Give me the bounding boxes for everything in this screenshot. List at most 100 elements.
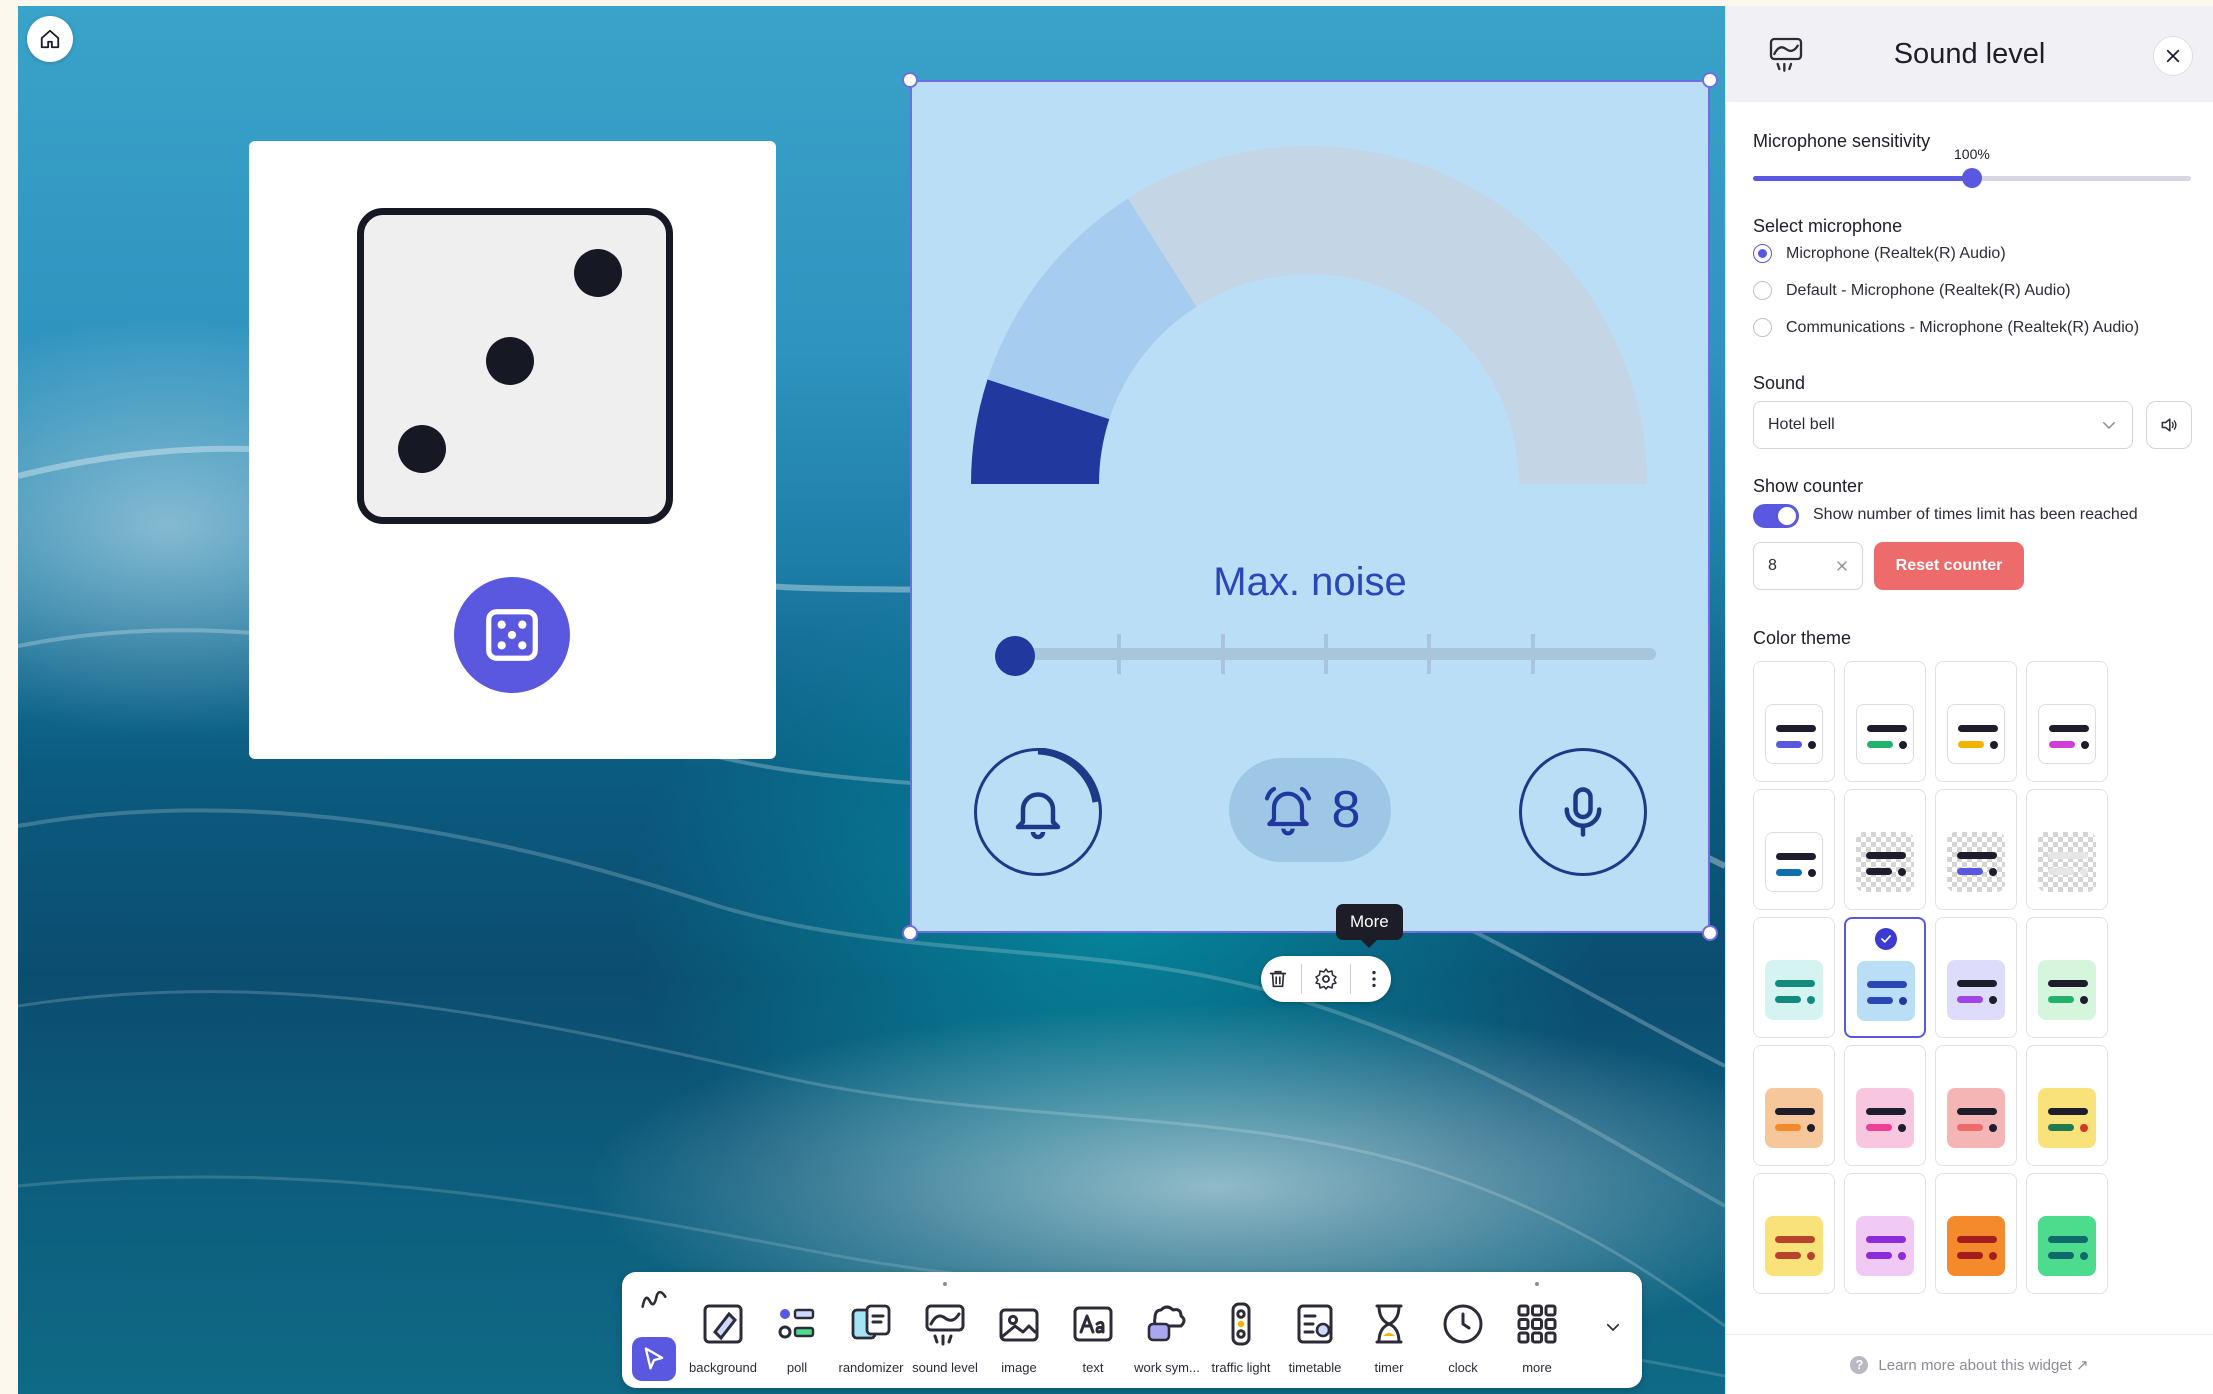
toolbar-item-label: timer bbox=[1374, 1360, 1404, 1375]
color-theme-option[interactable] bbox=[1935, 1045, 2017, 1166]
theme-preview-card bbox=[2038, 832, 2096, 892]
color-theme-option[interactable] bbox=[1753, 661, 1835, 782]
color-theme-option[interactable] bbox=[1935, 917, 2017, 1038]
theme-preview-dot bbox=[1898, 1252, 1906, 1260]
toolbar-item-label: randomizer bbox=[838, 1360, 904, 1375]
theme-preview-bar bbox=[1776, 725, 1816, 732]
theme-preview-bar bbox=[1775, 1252, 1801, 1259]
microphone-option[interactable]: Microphone (Realtek(R) Audio) bbox=[1753, 244, 2006, 263]
toolbar-text-button[interactable]: text bbox=[1056, 1296, 1130, 1375]
toolbar-work-sym-button[interactable]: work sym... bbox=[1130, 1296, 1204, 1375]
draw-icon[interactable] bbox=[637, 1284, 671, 1318]
reset-counter-button[interactable]: Reset counter bbox=[1874, 542, 2024, 590]
color-theme-option[interactable] bbox=[2026, 789, 2108, 910]
dice-pip bbox=[398, 425, 446, 473]
toolbar-traffic-light-button[interactable]: traffic light bbox=[1204, 1296, 1278, 1375]
toolbar-item-label: image bbox=[1001, 1360, 1037, 1375]
selected-check-icon bbox=[1875, 928, 1897, 950]
resize-handle-top-right[interactable] bbox=[1702, 72, 1718, 88]
toolbar-randomizer-button[interactable]: randomizer bbox=[834, 1296, 908, 1375]
toolbar-item-label: clock bbox=[1448, 1360, 1478, 1375]
resize-handle-bottom-left[interactable] bbox=[902, 925, 918, 941]
color-theme-option[interactable] bbox=[2026, 917, 2108, 1038]
color-theme-option[interactable] bbox=[1844, 661, 1926, 782]
select-tool-button[interactable] bbox=[632, 1337, 676, 1381]
color-theme-label: Color theme bbox=[1753, 628, 1852, 648]
color-theme-option[interactable] bbox=[2026, 1173, 2108, 1294]
microphone-option[interactable]: Default - Microphone (Realtek(R) Audio) bbox=[1753, 281, 2071, 300]
theme-preview-dot bbox=[1808, 741, 1816, 749]
color-theme-option[interactable] bbox=[1935, 661, 2017, 782]
trash-icon[interactable] bbox=[1267, 968, 1289, 990]
color-theme-option[interactable] bbox=[1753, 1173, 1835, 1294]
theme-preview-bar bbox=[2048, 868, 2074, 875]
toolbar-item-label: traffic light bbox=[1211, 1360, 1271, 1375]
toolbar-more-button[interactable]: more bbox=[1500, 1296, 1574, 1375]
color-theme-option[interactable] bbox=[1844, 1173, 1926, 1294]
toolbar-separator bbox=[1301, 964, 1302, 994]
toolbar-item-label: sound level bbox=[912, 1360, 978, 1375]
color-theme-option[interactable] bbox=[1753, 1045, 1835, 1166]
radio-button[interactable] bbox=[1753, 244, 1772, 263]
sound-toggle-button[interactable] bbox=[974, 748, 1102, 876]
cursor-icon bbox=[644, 1347, 664, 1370]
sensitivity-slider-knob[interactable] bbox=[1962, 168, 1982, 188]
color-theme-option[interactable] bbox=[1844, 789, 1926, 910]
theme-preview-bar bbox=[1775, 996, 1801, 1003]
learn-more-link[interactable]: Learn more about this widget ↗ bbox=[1878, 1356, 2088, 1374]
close-panel-button[interactable] bbox=[2153, 36, 2193, 76]
more-vertical-icon[interactable] bbox=[1363, 968, 1385, 990]
gear-icon[interactable] bbox=[1314, 967, 1338, 991]
radio-button[interactable] bbox=[1753, 281, 1772, 300]
theme-preview-bar bbox=[2048, 1252, 2074, 1259]
color-theme-option[interactable] bbox=[2026, 1045, 2108, 1166]
whiteboard-canvas[interactable]: Max. noise 8 More bbox=[18, 6, 1725, 1394]
theme-preview-card bbox=[1856, 704, 1914, 764]
toolbar-item-label: poll bbox=[786, 1360, 808, 1375]
resize-handle-bottom-right[interactable] bbox=[1702, 925, 1718, 941]
color-theme-option[interactable] bbox=[1935, 789, 2017, 910]
theme-preview-bar bbox=[1776, 869, 1802, 876]
radio-button[interactable] bbox=[1753, 318, 1772, 337]
toolbar-poll-button[interactable]: poll bbox=[760, 1296, 834, 1375]
show-counter-toggle[interactable] bbox=[1753, 504, 1799, 528]
theme-preview-dot bbox=[2081, 741, 2089, 749]
toolbar-timetable-button[interactable]: timetable bbox=[1278, 1296, 1352, 1375]
max-noise-slider-knob[interactable] bbox=[995, 636, 1035, 676]
toolbar-item-label: background bbox=[689, 1360, 757, 1375]
toolbar-background-button[interactable]: background bbox=[686, 1296, 760, 1375]
toolbar-clock-button[interactable]: clock bbox=[1426, 1296, 1500, 1375]
counter-value-input[interactable]: 8 bbox=[1753, 542, 1863, 590]
resize-handle-top-left[interactable] bbox=[902, 72, 918, 88]
color-theme-option[interactable] bbox=[1935, 1173, 2017, 1294]
microphone-button[interactable] bbox=[1519, 748, 1647, 876]
theme-preview-card bbox=[1765, 704, 1823, 764]
theme-preview-card bbox=[2038, 1088, 2096, 1148]
randomizer-icon bbox=[834, 1296, 908, 1352]
home-button[interactable] bbox=[27, 16, 73, 62]
max-noise-slider-tick bbox=[1427, 634, 1432, 674]
toolbar-item-label: timetable bbox=[1288, 1360, 1342, 1375]
dice-widget[interactable] bbox=[249, 141, 776, 759]
color-theme-option[interactable] bbox=[1753, 789, 1835, 910]
alarm-bell-icon bbox=[1264, 786, 1311, 836]
sound-select[interactable]: Hotel bell bbox=[1753, 401, 2133, 449]
preview-sound-button[interactable] bbox=[2146, 401, 2192, 449]
theme-preview-dot bbox=[1989, 1124, 1997, 1132]
sound-level-widget[interactable]: Max. noise 8 bbox=[910, 80, 1710, 933]
color-theme-option[interactable] bbox=[2026, 661, 2108, 782]
widget-toolbar: background poll randomizer sound level image… bbox=[622, 1272, 1642, 1388]
color-theme-option[interactable] bbox=[1753, 917, 1835, 1038]
toolbar-image-button[interactable]: image bbox=[982, 1296, 1056, 1375]
theme-preview-card bbox=[2038, 704, 2096, 764]
toolbar-timer-button[interactable]: timer bbox=[1352, 1296, 1426, 1375]
theme-preview-card bbox=[1765, 1216, 1823, 1276]
clear-icon[interactable] bbox=[1834, 558, 1850, 574]
microphone-option[interactable]: Communications - Microphone (Realtek(R) … bbox=[1753, 318, 2139, 337]
toolbar-sound-level-button[interactable]: sound level bbox=[908, 1296, 982, 1375]
color-theme-option[interactable] bbox=[1844, 1045, 1926, 1166]
color-theme-option[interactable] bbox=[1844, 917, 1926, 1038]
roll-dice-button[interactable] bbox=[454, 577, 570, 693]
theme-preview-card bbox=[1947, 1216, 2005, 1276]
toolbar-collapse-button[interactable] bbox=[1604, 1318, 1622, 1341]
